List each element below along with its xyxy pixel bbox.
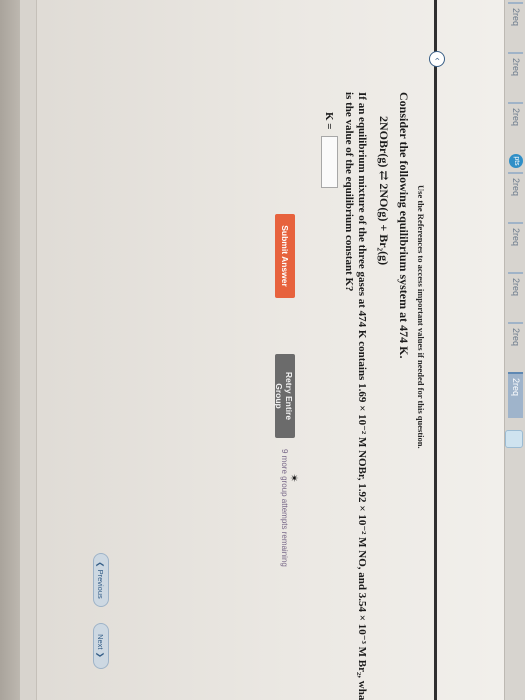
question-panel: Use the References to access important v…: [0, 0, 525, 700]
mouse-cursor-icon: ✴: [289, 473, 300, 486]
monitor-bezel: [0, 0, 20, 700]
next-label: Next: [96, 634, 106, 650]
attempts-remaining: 9 more group attempts remaining: [280, 449, 289, 567]
reaction-equation: 2NOBr(g) ⇄ 2NO(g) + Br₂(g): [377, 116, 391, 266]
question-text-line-1: If an equilibrium mixture of the three g…: [356, 92, 368, 700]
window-bottom-strip: [20, 0, 37, 700]
k-answer-input[interactable]: [321, 136, 338, 188]
previous-label: Previous: [96, 569, 106, 599]
question-text-line-2: is the value of the equilibrium constant…: [343, 92, 355, 292]
references-note: Use the References to access important v…: [416, 185, 426, 449]
k-label: K =: [323, 112, 335, 130]
question-intro: Consider the following equilibrium syste…: [397, 92, 411, 359]
previous-button[interactable]: ❮ Previous: [93, 553, 109, 607]
photographed-screen: 2req 2req 2req pts 2req 2req 2req 2req 2…: [0, 0, 525, 700]
retry-entire-group-button[interactable]: Retry Entire Group: [274, 354, 295, 438]
next-button[interactable]: Next ❯: [93, 623, 109, 669]
submit-answer-button[interactable]: Submit Answer: [275, 214, 295, 298]
